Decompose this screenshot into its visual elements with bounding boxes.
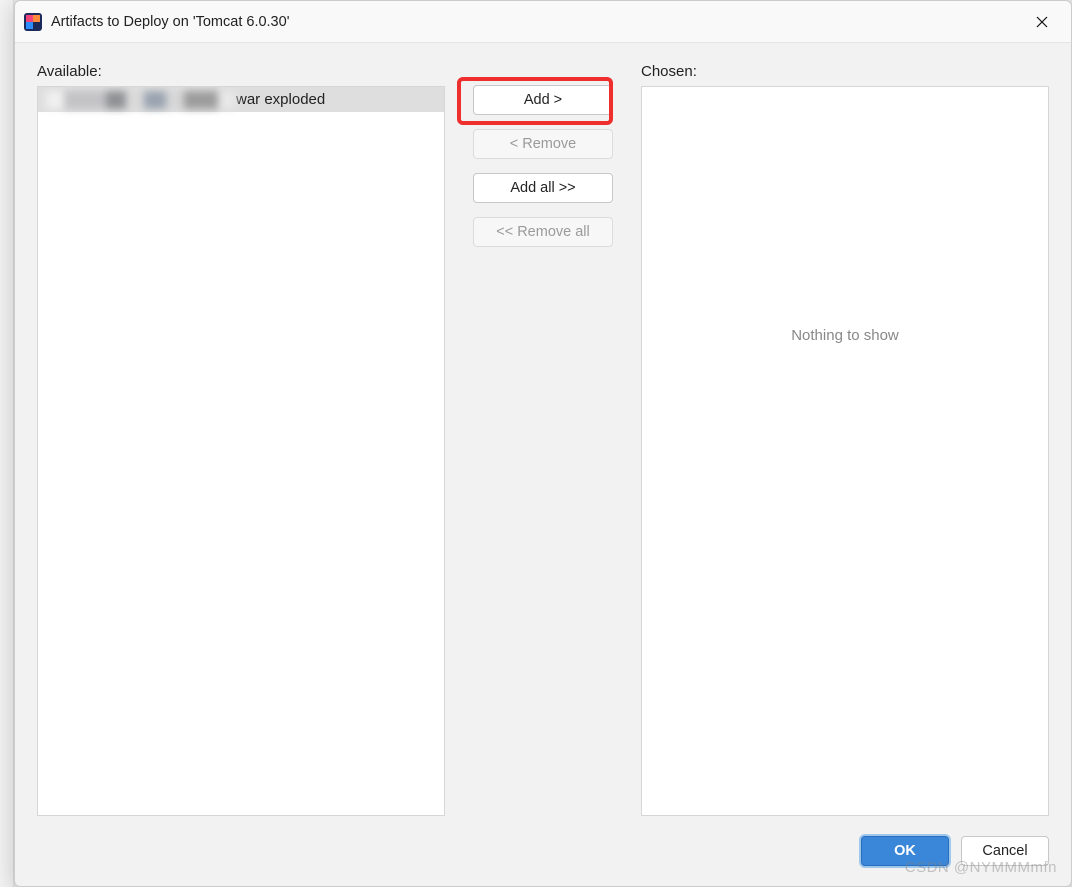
chosen-panel: Chosen: Nothing to show xyxy=(641,63,1049,816)
available-panel: Available: war exploded xyxy=(37,63,445,816)
remove-all-button: << Remove all xyxy=(473,217,613,247)
close-button[interactable] xyxy=(1019,5,1065,39)
dialog-content: Available: war exploded xyxy=(15,43,1071,830)
add-button[interactable]: Add > xyxy=(473,85,613,115)
dialog-title: Artifacts to Deploy on 'Tomcat 6.0.30' xyxy=(51,14,1019,30)
redacted-artifact-name xyxy=(46,91,236,109)
available-label: Available: xyxy=(37,63,445,80)
transfer-buttons-column: Add > < Remove Add all >> << Remove all xyxy=(465,63,621,816)
background-left-strip xyxy=(0,0,14,887)
ok-button[interactable]: OK xyxy=(861,836,949,866)
dialog-titlebar: Artifacts to Deploy on 'Tomcat 6.0.30' xyxy=(15,1,1071,43)
dialog-footer: OK Cancel xyxy=(15,830,1071,886)
available-list[interactable]: war exploded xyxy=(37,86,445,816)
chosen-label: Chosen: xyxy=(641,63,1049,80)
chosen-empty-text: Nothing to show xyxy=(642,327,1048,344)
close-icon xyxy=(1036,16,1048,28)
remove-button: < Remove xyxy=(473,129,613,159)
available-item-text: war exploded xyxy=(236,91,325,108)
chosen-list[interactable]: Nothing to show xyxy=(641,86,1049,816)
app-icon xyxy=(23,12,43,32)
available-list-item[interactable]: war exploded xyxy=(38,87,444,112)
add-all-button[interactable]: Add all >> xyxy=(473,173,613,203)
deploy-artifacts-dialog: Artifacts to Deploy on 'Tomcat 6.0.30' A… xyxy=(14,0,1072,887)
cancel-button[interactable]: Cancel xyxy=(961,836,1049,866)
